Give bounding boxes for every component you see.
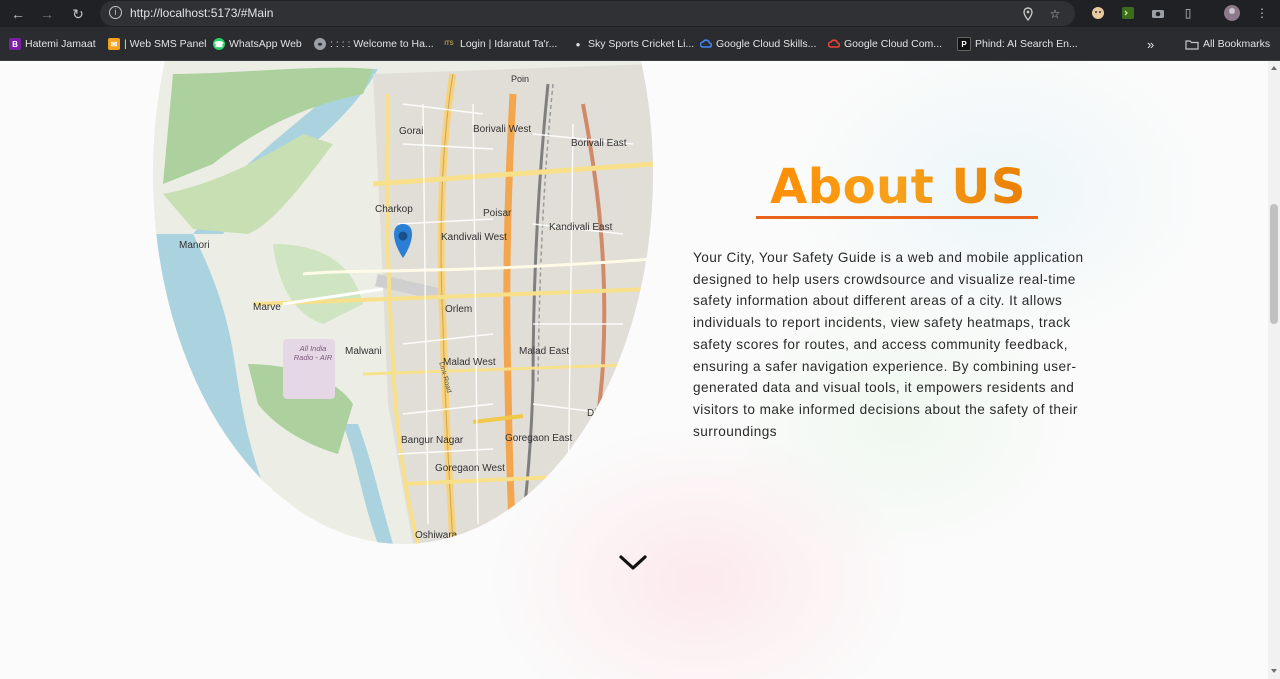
location-icon[interactable] — [1020, 6, 1036, 22]
map-circle[interactable]: Gorai Borivali West Borivali East Charko… — [153, 61, 653, 544]
bookmark-item[interactable]: ☎ WhatsApp Web — [213, 37, 302, 51]
page-content: Gorai Borivali West Borivali East Charko… — [0, 61, 1268, 679]
map-label: Malwani — [345, 346, 382, 357]
map-label: Poin — [511, 74, 530, 84]
bookmark-item[interactable]: ● Sky Sports Cricket Li... — [572, 37, 695, 51]
map-label: Dindoshi — [587, 408, 626, 419]
cricket-icon: ● — [575, 39, 581, 49]
whatsapp-icon: ☎ — [213, 38, 225, 50]
map-label: Charkop — [375, 204, 413, 215]
site-info-icon[interactable]: i — [109, 6, 122, 19]
bookmark-item[interactable]: Google Cloud Com... — [828, 37, 942, 51]
map-label: Marve — [253, 302, 281, 313]
back-icon[interactable]: ← — [8, 4, 28, 24]
extension-terminal-icon[interactable] — [1120, 5, 1136, 21]
extension-face-icon[interactable] — [1090, 5, 1106, 21]
map-label: Borivali East — [571, 138, 627, 149]
star-icon[interactable]: ☆ — [1047, 6, 1063, 22]
map-label: Poisar — [483, 208, 512, 219]
page-scrollbar[interactable] — [1268, 61, 1280, 679]
map-label: Goregaon West — [435, 463, 505, 474]
folder-icon — [1185, 39, 1199, 50]
all-bookmarks-button[interactable]: All Bookmarks — [1185, 37, 1270, 51]
globe-icon: ⚭ — [314, 38, 326, 50]
scroll-down-arrow[interactable] — [1271, 669, 1277, 673]
bookmark-item[interactable]: ⚭ : : : : Welcome to Ha... — [314, 37, 434, 51]
phind-icon: P — [957, 37, 971, 51]
map-label: Gorai — [399, 126, 424, 137]
camera-icon[interactable] — [1150, 5, 1166, 21]
map-label: Orlem — [445, 304, 473, 315]
map-label: All India Radio - AIR — [293, 344, 333, 362]
address-url[interactable]: http://localhost:5173/#Main — [130, 6, 273, 20]
map-label: Bangur Nagar — [401, 435, 464, 446]
bookmarks-overflow-button[interactable]: » — [1147, 37, 1154, 52]
sms-icon: ✉ — [108, 38, 120, 50]
map-label: Malad East — [519, 346, 570, 357]
forward-icon[interactable]: → — [37, 4, 57, 24]
map-label: Goregaon East — [505, 433, 573, 444]
map-label: Borivali West — [473, 124, 532, 135]
its-icon: ITS — [444, 41, 454, 47]
about-title: About US — [758, 157, 1038, 217]
bookmarks-bar: B Hatemi Jamaat ✉ | Web SMS Panel ☎ What… — [0, 27, 1280, 61]
address-bar[interactable]: i http://localhost:5173/#Main ☆ — [100, 1, 1075, 26]
reload-icon[interactable]: ↻ — [68, 4, 88, 24]
bookmark-item[interactable]: P Phind: AI Search En... — [957, 37, 1078, 51]
profile-avatar[interactable] — [1224, 5, 1240, 21]
about-description: Your City, Your Safety Guide is a web an… — [693, 250, 1084, 439]
scrollbar-thumb[interactable] — [1270, 204, 1278, 324]
extensions-puzzle-icon[interactable]: ▯ — [1180, 5, 1196, 21]
map-label: Kandivali East — [549, 222, 613, 233]
map-label: Oshiwara — [415, 530, 458, 541]
browser-toolbar: ← → ↻ i http://localhost:5173/#Main ☆ ▯ … — [0, 0, 1280, 27]
bookmark-item[interactable]: B Hatemi Jamaat — [9, 37, 96, 51]
menu-kebab-icon[interactable]: ⋮ — [1254, 5, 1270, 21]
scroll-up-arrow[interactable] — [1271, 66, 1277, 70]
b-logo-icon: B — [9, 38, 21, 50]
bookmark-item[interactable]: ✉ | Web SMS Panel — [108, 37, 207, 51]
chevron-down-icon[interactable] — [617, 551, 649, 573]
google-cloud-icon — [828, 38, 840, 50]
map-label: Malad West — [443, 357, 496, 368]
bookmark-item[interactable]: Google Cloud Skills... — [700, 37, 816, 51]
map-label: Manori — [179, 240, 210, 251]
bookmark-item[interactable]: ITS Login | Idaratut Ta'r... — [442, 37, 557, 51]
map-label: Kandivali West — [441, 232, 507, 243]
title-underline — [756, 216, 1038, 219]
google-cloud-icon — [700, 38, 712, 50]
